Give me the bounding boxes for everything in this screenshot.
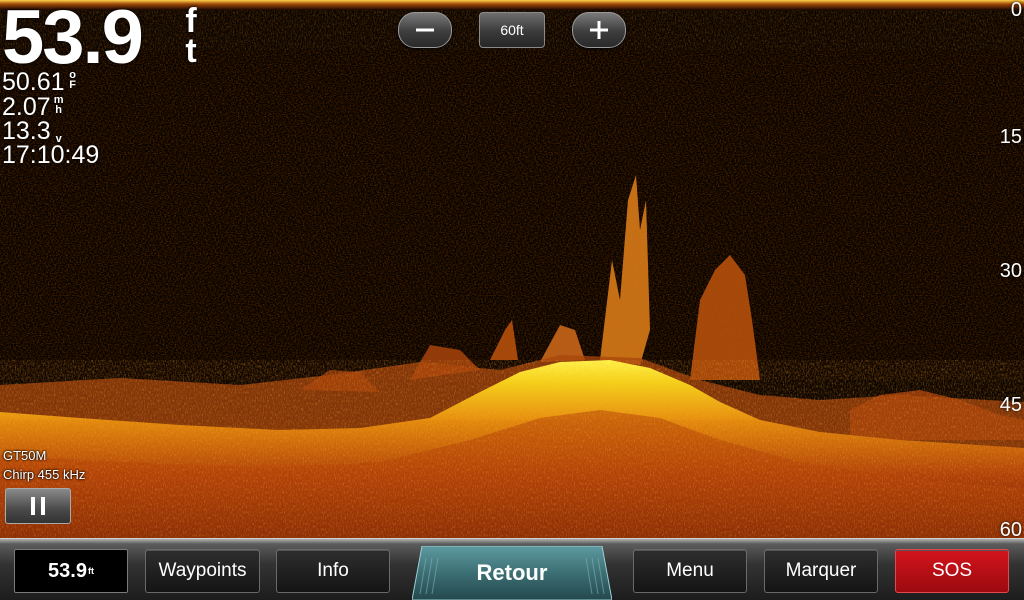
back-button-label: Retour [476, 560, 548, 585]
menu-button[interactable]: Menu [633, 549, 747, 593]
depth-unit: f t [180, 4, 202, 68]
frequency-label: Chirp 455 kHz [3, 467, 86, 482]
clock-time-value: 17:10:49 [2, 141, 100, 169]
depth-readout: 53.9 f t [2, 0, 197, 76]
mark-button[interactable]: Marquer [764, 549, 878, 593]
depth-scale-tick: 60 [999, 519, 1022, 541]
minus-icon [416, 28, 434, 32]
sonar-image [0, 0, 1024, 538]
depth-scale-tick: 30 [999, 260, 1022, 282]
sonar-view[interactable] [0, 0, 1024, 538]
sos-button[interactable]: SOS [895, 549, 1009, 593]
water-temperature-unit: oF [69, 69, 76, 91]
water-temperature: 50.61 o F [2, 70, 78, 95]
back-button[interactable]: Retour [412, 546, 612, 600]
depth-scale-tick: 15 [999, 126, 1022, 148]
depth-unit-bottom: t [185, 32, 197, 70]
sonar-screen: 53.9 f t 50.61 o F 2.07 m h 13.3 v 17:10:49 0… [0, 0, 1024, 600]
depth-scale-tick: 45 [999, 394, 1022, 416]
speed-unit: mh [53, 94, 64, 116]
plus-icon [590, 21, 608, 39]
depth-mini-value: 53.9 [48, 559, 87, 582]
zoom-in-button[interactable] [572, 12, 626, 48]
clock-time: 17:10:49 [2, 143, 99, 168]
zoom-out-button[interactable] [398, 12, 452, 48]
depth-mini-readout[interactable]: 53.9 ft [14, 549, 128, 593]
waypoints-button[interactable]: Waypoints [145, 549, 260, 593]
water-temperature-value: 50.61 [2, 68, 65, 96]
pause-button[interactable] [5, 488, 71, 524]
depth-mini-unit: ft [87, 566, 94, 576]
transducer-label: GT50M [3, 448, 47, 463]
info-button[interactable]: Info [276, 549, 390, 593]
depth-scale-tick: 0 [1010, 0, 1022, 21]
zoom-level-button[interactable]: 60ft [479, 12, 545, 48]
pause-icon [28, 497, 48, 515]
